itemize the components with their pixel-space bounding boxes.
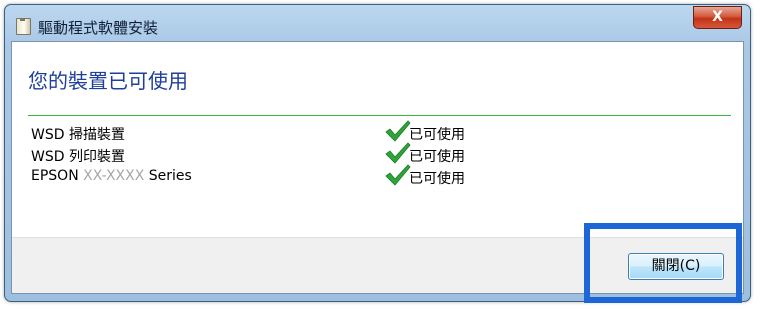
page-title: 您的裝置已可使用 [28, 69, 188, 93]
checkmark-icon [385, 164, 411, 186]
device-name: EPSON XX-XXXX Series [31, 168, 192, 184]
device-row: WSD 列印裝置 已可使用 [31, 142, 731, 166]
device-name-text: WSD 列印裝置 [31, 149, 125, 165]
close-button[interactable]: 關閉(C) [628, 253, 724, 280]
device-row: WSD 掃描裝置 已可使用 [31, 120, 731, 144]
device-name-text: EPSON [31, 168, 79, 184]
device-row: EPSON XX-XXXX Series 已可使用 [31, 164, 731, 187]
device-name-text: WSD 掃描裝置 [31, 127, 125, 143]
device-name: WSD 列印裝置 [31, 146, 125, 166]
device-status: 已可使用 [409, 127, 465, 143]
device-status: 已可使用 [409, 149, 465, 165]
dialog-footer: 關閉(C) [12, 237, 743, 293]
checkmark-icon [385, 120, 411, 142]
window-title: 驅動程式軟體安裝 [38, 19, 159, 37]
device-status: 已可使用 [409, 171, 465, 187]
divider [28, 115, 731, 116]
driver-install-dialog: 驅動程式軟體安裝 X 您的裝置已可使用 WSD 掃描裝置 已可使用 WSD 列印… [4, 4, 751, 302]
device-name: WSD 掃描裝置 [31, 124, 125, 144]
device-model-redacted: XX-XXXX [78, 168, 149, 184]
app-icon [16, 18, 31, 35]
window-close-button[interactable]: X [693, 6, 742, 29]
checkmark-icon [385, 142, 411, 164]
dialog-content: 您的裝置已可使用 WSD 掃描裝置 已可使用 WSD 列印裝置 已可使用 EPS… [11, 41, 744, 294]
title-bar[interactable]: 驅動程式軟體安裝 X [5, 5, 750, 41]
device-name-suffix: Series [148, 168, 192, 184]
